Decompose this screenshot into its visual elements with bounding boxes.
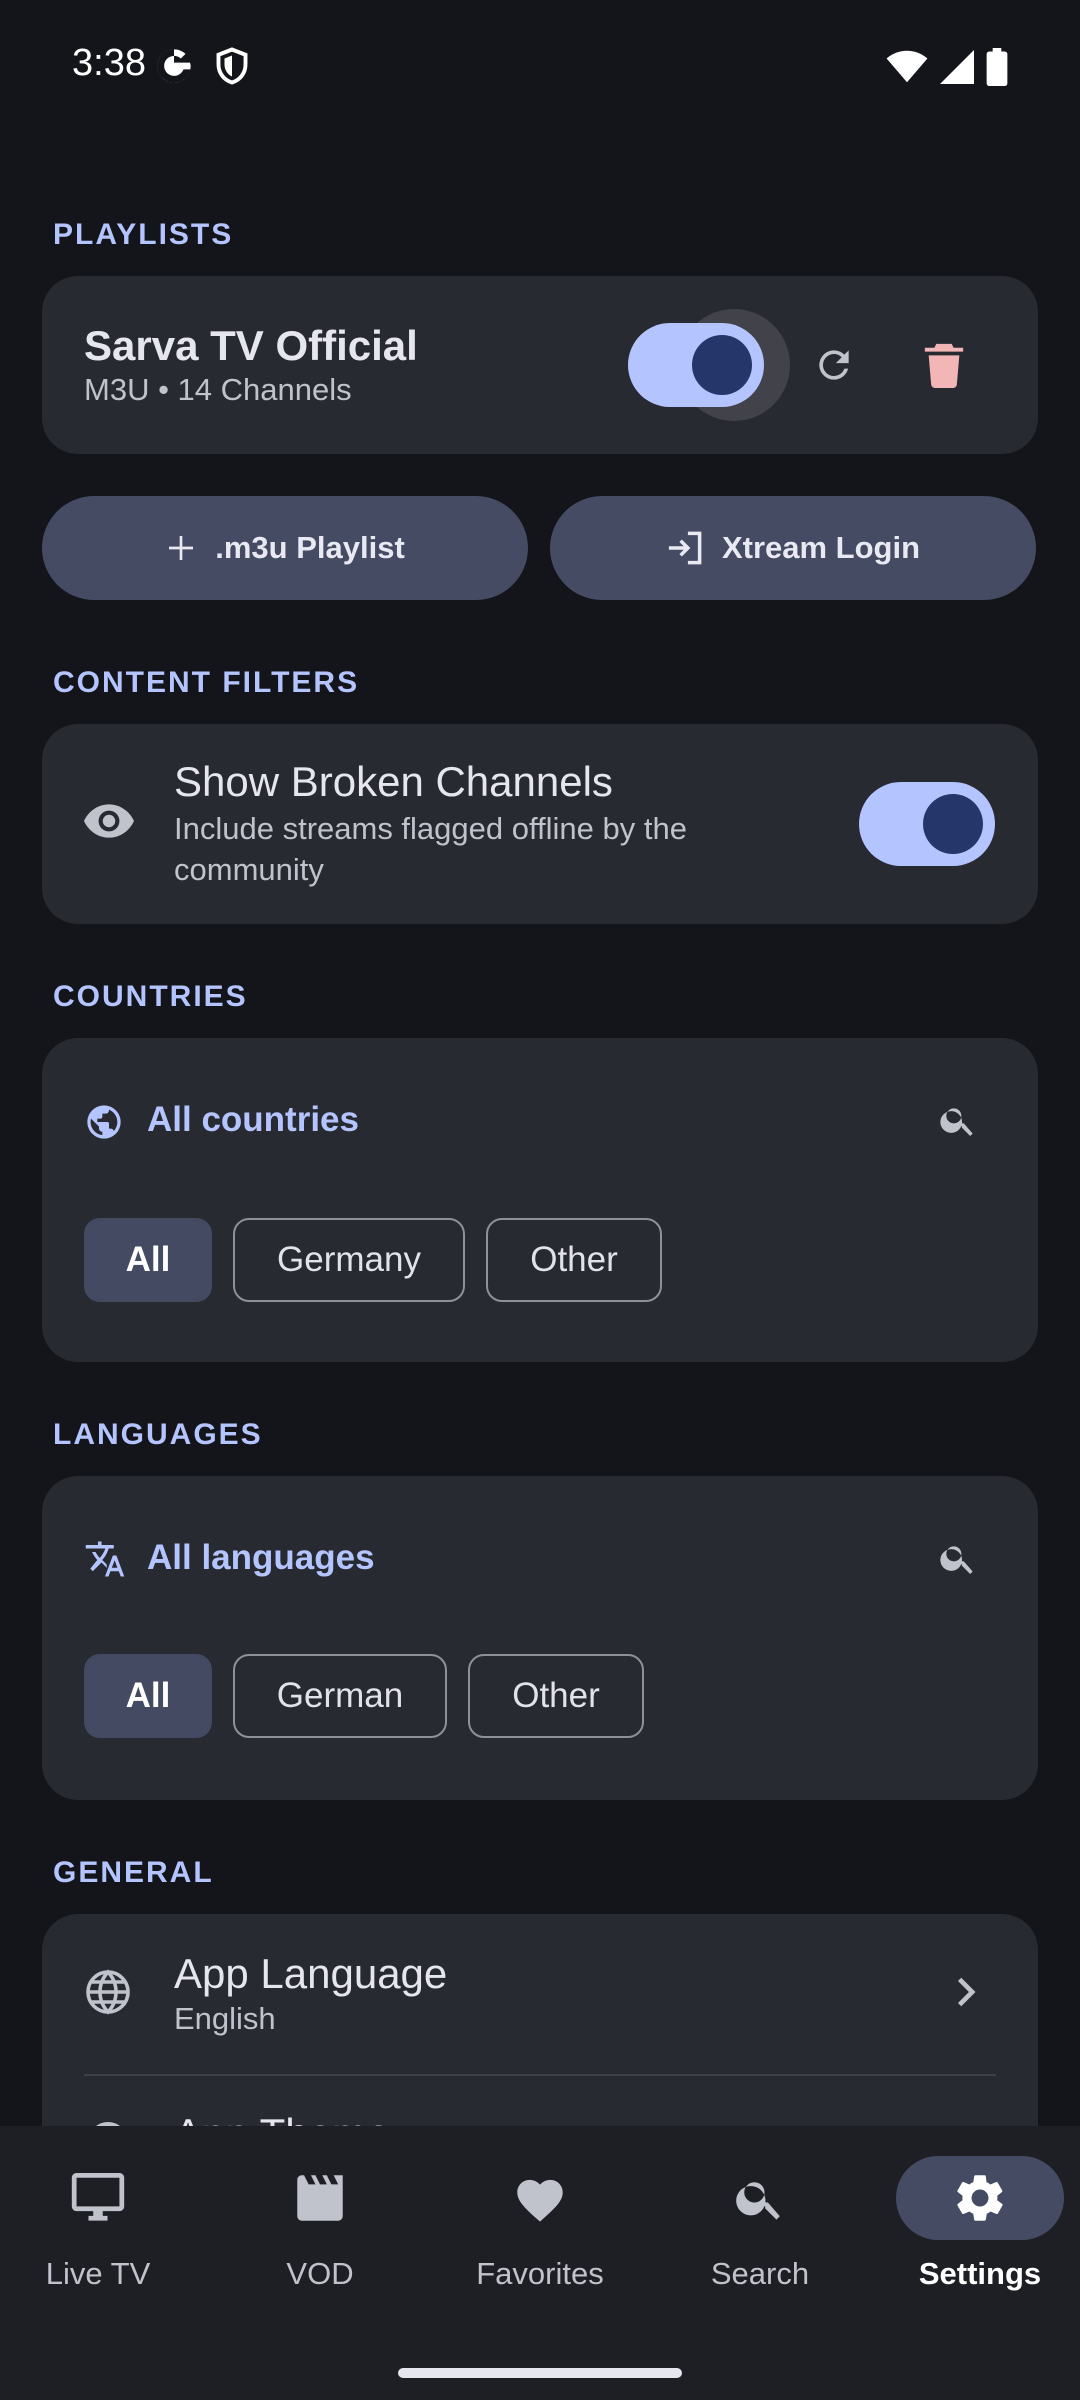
nav-icon-container (896, 2156, 1064, 2240)
xtream-login-label: Xtream Login (721, 530, 921, 565)
language-chip-german[interactable]: German (233, 1654, 447, 1738)
add-m3u-playlist-button[interactable]: .m3u Playlist (42, 496, 528, 600)
gear-icon (957, 2175, 1003, 2221)
nav-label-favorites: Favorites (476, 2256, 604, 2291)
nav-icon-container (14, 2156, 182, 2240)
broken-channels-title: Show Broken Channels (174, 758, 613, 805)
section-title-general: GENERAL (53, 1856, 214, 1889)
nav-item-search[interactable]: Search (670, 2156, 850, 2292)
settings-screen: 3:38 PLAYLISTS Sarva TV Official M3U • 1… (0, 0, 1080, 2400)
nav-label-search: Search (710, 2256, 810, 2291)
nav-item-settings[interactable]: Settings (890, 2156, 1070, 2292)
heart-icon (517, 2179, 563, 2222)
language-chip-other[interactable]: Other (468, 1654, 644, 1738)
nav-icon-container (456, 2156, 624, 2240)
add-m3u-label: .m3u Playlist (215, 530, 405, 565)
translate-icon (85, 1541, 125, 1577)
globe-filled-icon (87, 1105, 121, 1139)
nav-label-settings: Settings (918, 2256, 1042, 2291)
home-indicator[interactable] (398, 2368, 682, 2378)
app-language-title[interactable]: App Language (174, 1950, 447, 1998)
country-chip-other[interactable]: Other (486, 1218, 662, 1302)
bottom-navigation: Live TV VOD Favorites Search Settings (0, 2126, 1080, 2400)
country-chip-all[interactable]: All (84, 1218, 212, 1302)
search-icon (940, 1108, 973, 1136)
refresh-playlist-button[interactable] (794, 325, 874, 405)
nav-icon-container (676, 2156, 844, 2240)
broken-channels-toggle[interactable] (859, 782, 995, 866)
clapperboard-icon (297, 2175, 343, 2221)
playlist-meta: M3U • 14 Channels (84, 372, 352, 407)
nav-icon-container (236, 2156, 404, 2240)
countries-search-button[interactable] (922, 1084, 994, 1156)
eye-icon (84, 804, 134, 838)
languages-search-button[interactable] (922, 1522, 994, 1594)
chevron-right-icon[interactable] (950, 1974, 980, 2010)
toggle-knob (923, 794, 983, 854)
search-icon (736, 2182, 780, 2220)
app-theme-title[interactable]: App Theme (174, 2110, 390, 2126)
playlist-card: Sarva TV Official M3U • 14 Channels (42, 276, 1038, 454)
countries-filter-label: All countries (147, 1100, 359, 1139)
section-title-languages: LANGUAGES (53, 1418, 263, 1451)
playlist-enabled-toggle[interactable] (628, 323, 764, 407)
general-divider (84, 2074, 996, 2076)
broken-channels-subtitle-2: community (174, 852, 324, 887)
section-title-content-filters: CONTENT FILTERS (53, 666, 360, 699)
section-title-countries: COUNTRIES (53, 980, 248, 1013)
section-title-playlists: PLAYLISTS (53, 218, 234, 251)
broken-channels-card[interactable]: Show Broken Channels Include streams fla… (42, 724, 1038, 924)
refresh-icon (819, 350, 849, 380)
countries-card: All countries All Germany Other (42, 1038, 1038, 1362)
nav-item-vod[interactable]: VOD (230, 2156, 410, 2292)
app-language-value: English (174, 2001, 276, 2036)
plus-icon (169, 536, 194, 560)
toggle-knob (692, 335, 752, 395)
nav-label-live-tv: Live TV (45, 2256, 151, 2291)
trash-icon (924, 343, 964, 388)
search-icon (940, 1546, 973, 1574)
nav-item-live-tv[interactable]: Live TV (8, 2156, 188, 2292)
nav-label-vod: VOD (286, 2256, 354, 2291)
language-chip-all[interactable]: All (84, 1654, 212, 1738)
settings-content[interactable]: PLAYLISTS Sarva TV Official M3U • 14 Cha… (0, 0, 1080, 2126)
languages-filter-label: All languages (147, 1538, 375, 1577)
globe-icon (86, 1969, 130, 2015)
nav-item-favorites[interactable]: Favorites (450, 2156, 630, 2292)
country-chip-germany[interactable]: Germany (233, 1218, 465, 1302)
theme-icon (96, 2122, 120, 2126)
delete-playlist-button[interactable] (904, 325, 984, 405)
broken-channels-subtitle-1: Include streams flagged offline by the (174, 811, 687, 846)
tv-icon (71, 2173, 125, 2221)
languages-card: All languages All German Other (42, 1476, 1038, 1800)
xtream-login-button[interactable]: Xtream Login (550, 496, 1036, 600)
playlist-name: Sarva TV Official (84, 322, 418, 369)
general-card: App Language English App Theme (42, 1914, 1038, 2126)
login-icon (668, 531, 702, 565)
